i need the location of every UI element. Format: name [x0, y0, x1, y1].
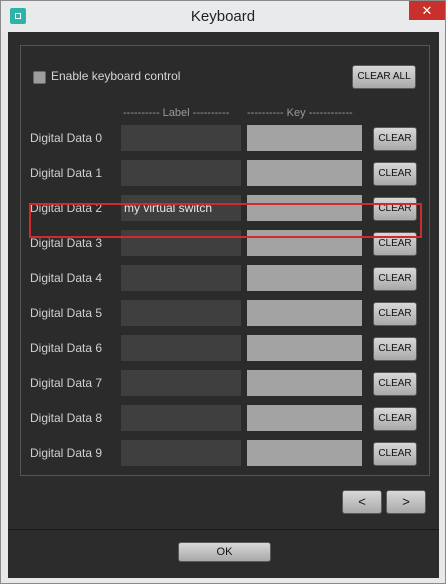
table-row: Digital Data 1 CLEAR [21, 160, 429, 186]
table-row: Digital Data 5 CLEAR [21, 300, 429, 326]
label-input[interactable] [121, 300, 241, 326]
row-name: Digital Data 9 [30, 446, 103, 460]
key-input[interactable] [247, 160, 362, 186]
key-input[interactable] [247, 440, 362, 466]
clear-button[interactable]: CLEAR [373, 372, 417, 396]
table-row: Digital Data 9 CLEAR [21, 440, 429, 466]
label-input[interactable] [121, 405, 241, 431]
label-input[interactable] [121, 160, 241, 186]
row-name: Digital Data 1 [30, 166, 103, 180]
clear-button[interactable]: CLEAR [373, 127, 417, 151]
label-input[interactable] [121, 440, 241, 466]
key-mapping-panel: Enable keyboard control CLEAR ALL ------… [20, 45, 430, 476]
clear-all-button[interactable]: CLEAR ALL [352, 65, 416, 89]
key-input[interactable] [247, 405, 362, 431]
clear-button[interactable]: CLEAR [373, 407, 417, 431]
row-name: Digital Data 5 [30, 306, 103, 320]
clear-button[interactable]: CLEAR [373, 337, 417, 361]
row-name: Digital Data 4 [30, 271, 103, 285]
clear-button[interactable]: CLEAR [373, 267, 417, 291]
label-input[interactable] [121, 125, 241, 151]
key-input[interactable] [247, 300, 362, 326]
keyboard-window: Keyboard ✕ Enable keyboard control CLEAR… [0, 0, 446, 584]
dialog-body: Enable keyboard control CLEAR ALL ------… [8, 32, 439, 578]
key-input[interactable] [247, 335, 362, 361]
table-row: Digital Data 0 CLEAR [21, 125, 429, 151]
enable-keyboard-checkbox[interactable] [33, 71, 46, 84]
key-input[interactable] [247, 265, 362, 291]
table-row: Digital Data 6 CLEAR [21, 335, 429, 361]
row-name: Digital Data 8 [30, 411, 103, 425]
table-row: Digital Data 7 CLEAR [21, 370, 429, 396]
table-row: Digital Data 4 CLEAR [21, 265, 429, 291]
key-column-header: ---------- Key ------------ [247, 107, 353, 119]
label-input[interactable] [121, 265, 241, 291]
clear-button[interactable]: CLEAR [373, 442, 417, 466]
row-name: Digital Data 7 [30, 376, 103, 390]
label-input[interactable] [121, 370, 241, 396]
row-name: Digital Data 6 [30, 341, 103, 355]
enable-keyboard-label: Enable keyboard control [51, 69, 181, 83]
next-page-button[interactable]: > [386, 490, 426, 514]
highlight-box [29, 203, 422, 238]
key-input[interactable] [247, 125, 362, 151]
clear-button[interactable]: CLEAR [373, 302, 417, 326]
row-name: Digital Data 0 [30, 131, 103, 145]
key-input[interactable] [247, 370, 362, 396]
clear-button[interactable]: CLEAR [373, 162, 417, 186]
ok-button[interactable]: OK [178, 542, 271, 562]
window-title: Keyboard [190, 8, 256, 25]
label-input[interactable] [121, 335, 241, 361]
table-row: Digital Data 8 CLEAR [21, 405, 429, 431]
row-name: Digital Data 3 [30, 236, 103, 250]
close-button[interactable]: ✕ [409, 1, 445, 20]
prev-page-button[interactable]: < [342, 490, 382, 514]
label-column-header: ---------- Label ---------- [123, 107, 230, 119]
title-bar: Keyboard ✕ [1, 1, 445, 32]
divider [8, 529, 439, 530]
